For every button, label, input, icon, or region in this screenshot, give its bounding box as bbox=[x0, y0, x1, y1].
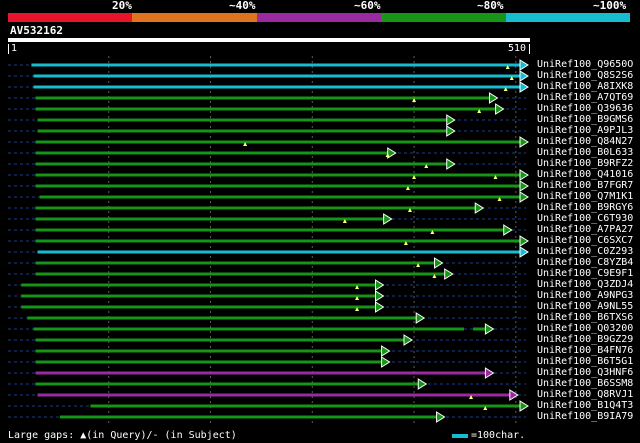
hit-end-arrow bbox=[503, 224, 513, 236]
hit-name-link[interactable]: UniRef100_B7FGR7 bbox=[537, 180, 633, 191]
hit-end-arrow bbox=[519, 400, 529, 412]
hit-end-arrow bbox=[509, 389, 519, 401]
hit-end-arrow bbox=[374, 290, 385, 302]
hit-end-arrow bbox=[484, 367, 495, 379]
hit-name-link[interactable]: UniRef100_Q03200 bbox=[537, 323, 633, 334]
hit-end-arrow bbox=[415, 312, 426, 324]
hit-name-link[interactable]: UniRef100_B9RGY6 bbox=[537, 202, 633, 213]
hit-name-link[interactable]: UniRef100_Q39636 bbox=[537, 103, 633, 114]
hit-end-arrow bbox=[446, 158, 456, 170]
hit-name-link[interactable]: UniRef100_A9NPG3 bbox=[537, 290, 633, 301]
hit-name-link[interactable]: UniRef100_A9NL55 bbox=[537, 301, 633, 312]
hit-name-link[interactable]: UniRef100_B6TXS6 bbox=[537, 312, 633, 323]
hit-end-arrow bbox=[519, 246, 529, 258]
hit-end-arrow bbox=[474, 202, 485, 214]
hit-end-arrow bbox=[374, 301, 385, 313]
hit-end-arrow bbox=[436, 411, 446, 423]
hit-name-link[interactable]: UniRef100_Q84N27 bbox=[537, 136, 633, 147]
hit-end-arrow bbox=[519, 235, 529, 247]
hit-end-arrow bbox=[519, 81, 529, 93]
hit-name-link[interactable]: UniRef100_B6T5G1 bbox=[537, 356, 633, 367]
hit-name-link[interactable]: UniRef100_B9RFZ2 bbox=[537, 158, 633, 169]
hit-name-link[interactable]: UniRef100_B4FN76 bbox=[537, 345, 633, 356]
hit-name-link[interactable]: UniRef100_A9PJL3 bbox=[537, 125, 633, 136]
hit-name-link[interactable]: UniRef100_Q8S2S6 bbox=[537, 70, 633, 81]
hit-end-arrow bbox=[519, 169, 529, 181]
hit-end-arrow bbox=[403, 334, 413, 346]
hit-name-link[interactable]: UniRef100_B6SSM8 bbox=[537, 378, 633, 389]
gap-legend: Large gaps: ▲(in Query)/- (in Subject) bbox=[8, 430, 237, 441]
hit-end-arrow bbox=[484, 323, 495, 335]
hit-end-arrow bbox=[381, 356, 391, 368]
scale-key-label: =100char. bbox=[471, 430, 526, 441]
hit-name-link[interactable]: UniRef100_A7PA27 bbox=[537, 224, 633, 235]
hit-end-arrow bbox=[488, 92, 499, 104]
hit-end-arrow bbox=[417, 378, 428, 390]
hit-end-arrow bbox=[381, 345, 391, 357]
hit-name-link[interactable]: UniRef100_B9GMS6 bbox=[537, 114, 633, 125]
hit-end-arrow bbox=[495, 103, 505, 115]
hit-end-arrow bbox=[519, 59, 529, 71]
hit-end-arrow bbox=[519, 191, 529, 203]
hit-name-link[interactable]: UniRef100_Q3ZDJ4 bbox=[537, 279, 633, 290]
hit-name-link[interactable]: UniRef100_B9GZ29 bbox=[537, 334, 633, 345]
hit-name-link[interactable]: UniRef100_B9IA79 bbox=[537, 411, 633, 422]
hit-end-arrow bbox=[446, 114, 456, 126]
scale-key: =100char. bbox=[452, 430, 525, 442]
hit-end-arrow bbox=[519, 180, 529, 192]
hit-end-arrow bbox=[446, 125, 456, 137]
scale-key-swatch bbox=[452, 434, 468, 438]
hit-name-link[interactable]: UniRef100_B0L633 bbox=[537, 147, 633, 158]
hit-end-arrow bbox=[374, 279, 385, 291]
hit-end-arrow bbox=[383, 213, 393, 225]
hit-name-link[interactable]: UniRef100_A8IXK8 bbox=[537, 81, 633, 92]
hit-end-arrow bbox=[434, 257, 444, 269]
hit-name-link[interactable]: UniRef100_B1Q4T3 bbox=[537, 400, 633, 411]
hit-name-link[interactable]: UniRef100_Q41016 bbox=[537, 169, 633, 180]
hit-end-arrow bbox=[519, 70, 529, 82]
hit-name-link[interactable]: UniRef100_C0Z293 bbox=[537, 246, 633, 257]
hit-name-link[interactable]: UniRef100_A7QT69 bbox=[537, 92, 633, 103]
hit-name-link[interactable]: UniRef100_Q9650O bbox=[537, 59, 633, 70]
hit-name-link[interactable]: UniRef100_C9E9F1 bbox=[537, 268, 633, 279]
hit-name-link[interactable]: UniRef100_Q8RVJ1 bbox=[537, 389, 633, 400]
hit-name-link[interactable]: UniRef100_Q3HNF6 bbox=[537, 367, 633, 378]
hit-name-link[interactable]: UniRef100_C6SXC7 bbox=[537, 235, 633, 246]
hit-name-link[interactable]: UniRef100_C6T930 bbox=[537, 213, 633, 224]
hit-name-link[interactable]: UniRef100_C8YZB4 bbox=[537, 257, 633, 268]
hit-end-arrow bbox=[444, 268, 454, 280]
hit-name-link[interactable]: UniRef100_Q7M1K1 bbox=[537, 191, 633, 202]
hit-end-arrow bbox=[519, 136, 529, 148]
